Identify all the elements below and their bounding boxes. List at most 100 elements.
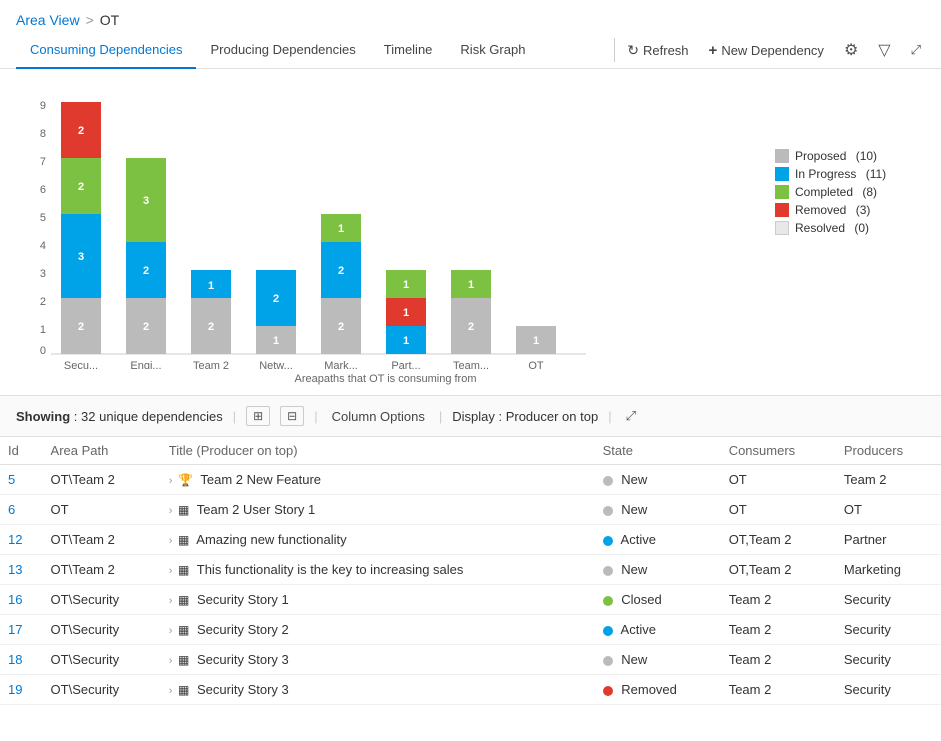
cell-area-path: OT\Team 2 xyxy=(43,465,161,495)
cell-area-path: OT xyxy=(43,495,161,525)
table-row: 17 OT\Security › ▦ Security Story 2 Acti… xyxy=(0,615,941,645)
state-text: New xyxy=(621,562,647,577)
id-link[interactable]: 18 xyxy=(8,652,22,667)
title-text: Security Story 3 xyxy=(197,682,289,697)
cell-producers: Partner xyxy=(836,525,941,555)
state-text: Closed xyxy=(621,592,661,607)
work-item-icon: ▦ xyxy=(178,683,189,697)
state-text: New xyxy=(621,472,647,487)
svg-text:6: 6 xyxy=(40,184,46,196)
svg-text:2: 2 xyxy=(208,321,214,333)
title-text: Amazing new functionality xyxy=(196,532,346,547)
refresh-icon: ↻ xyxy=(627,42,639,59)
title-text: This functionality is the key to increas… xyxy=(197,562,464,577)
state-text: New xyxy=(621,502,647,517)
expand-grid-button[interactable]: ⊞ xyxy=(246,406,270,426)
cell-id: 5 xyxy=(0,465,43,495)
id-link[interactable]: 19 xyxy=(8,682,22,697)
new-dependency-button[interactable]: + New Dependency xyxy=(705,36,828,65)
refresh-button[interactable]: ↻ Refresh xyxy=(623,36,692,65)
id-link[interactable]: 5 xyxy=(8,472,15,487)
cell-title: › ▦ Security Story 1 xyxy=(161,585,595,615)
column-options-button[interactable]: Column Options xyxy=(328,407,429,426)
id-link[interactable]: 17 xyxy=(8,622,22,637)
svg-text:2: 2 xyxy=(78,125,84,137)
settings-button[interactable]: ⚙ xyxy=(840,36,862,64)
title-text: Team 2 User Story 1 xyxy=(197,502,316,517)
svg-text:0: 0 xyxy=(40,345,46,357)
cell-id: 17 xyxy=(0,615,43,645)
cell-state: New xyxy=(595,495,721,525)
id-link[interactable]: 13 xyxy=(8,562,22,577)
svg-text:1: 1 xyxy=(403,335,409,347)
work-item-icon: ▦ xyxy=(178,653,189,667)
svg-text:3: 3 xyxy=(78,251,84,263)
tab-consuming[interactable]: Consuming Dependencies xyxy=(16,32,196,69)
cell-consumers: Team 2 xyxy=(721,675,836,705)
table-row: 13 OT\Team 2 › ▦ This functionality is t… xyxy=(0,555,941,585)
col-id: Id xyxy=(0,437,43,465)
cell-consumers: OT xyxy=(721,465,836,495)
cell-title: › ▦ Security Story 3 xyxy=(161,645,595,675)
svg-text:OT: OT xyxy=(528,360,544,369)
cell-state: New xyxy=(595,465,721,495)
chart-area: 9 8 7 6 5 4 3 2 1 0 2 3 2 2 Se xyxy=(16,89,755,385)
cell-consumers: Team 2 xyxy=(721,585,836,615)
col-area-path: Area Path xyxy=(43,437,161,465)
breadcrumb-separator: > xyxy=(86,12,94,28)
svg-text:5: 5 xyxy=(40,212,46,224)
id-link[interactable]: 16 xyxy=(8,592,22,607)
col-consumers: Consumers xyxy=(721,437,836,465)
svg-text:1: 1 xyxy=(533,335,539,347)
table-row: 18 OT\Security › ▦ Security Story 3 New … xyxy=(0,645,941,675)
proposed-swatch xyxy=(775,149,789,163)
row-expand-icon[interactable]: › xyxy=(169,505,173,517)
removed-swatch xyxy=(775,203,789,217)
plus-icon: + xyxy=(709,42,718,59)
legend-removed: Removed (3) xyxy=(775,203,925,217)
row-expand-icon[interactable]: › xyxy=(169,655,173,667)
state-text: Removed xyxy=(621,682,677,697)
row-expand-icon[interactable]: › xyxy=(169,685,173,697)
collapse-grid-button[interactable]: ⊟ xyxy=(280,406,304,426)
tabs-left: Consuming Dependencies Producing Depende… xyxy=(16,32,606,68)
cell-producers: Security xyxy=(836,645,941,675)
tabs-separator xyxy=(614,38,615,62)
resolved-swatch xyxy=(775,221,789,235)
id-link[interactable]: 12 xyxy=(8,532,22,547)
col-producers: Producers xyxy=(836,437,941,465)
expand-button[interactable]: ⤢ xyxy=(907,38,925,62)
cell-consumers: OT,Team 2 xyxy=(721,525,836,555)
bar-chart: 9 8 7 6 5 4 3 2 1 0 2 3 2 2 Se xyxy=(16,89,596,369)
cell-area-path: OT\Security xyxy=(43,585,161,615)
tab-producing[interactable]: Producing Dependencies xyxy=(196,32,369,69)
cell-id: 12 xyxy=(0,525,43,555)
state-dot xyxy=(603,476,613,486)
cell-producers: OT xyxy=(836,495,941,525)
row-expand-icon[interactable]: › xyxy=(169,535,173,547)
svg-text:1: 1 xyxy=(338,223,344,235)
row-expand-icon[interactable]: › xyxy=(169,625,173,637)
cell-state: Closed xyxy=(595,585,721,615)
cell-consumers: Team 2 xyxy=(721,615,836,645)
cell-producers: Marketing xyxy=(836,555,941,585)
svg-text:1: 1 xyxy=(403,307,409,319)
state-dot xyxy=(603,566,613,576)
cell-id: 18 xyxy=(0,645,43,675)
svg-text:Mark...: Mark... xyxy=(324,360,358,369)
cell-id: 6 xyxy=(0,495,43,525)
row-expand-icon[interactable]: › xyxy=(169,595,173,607)
table-row: 12 OT\Team 2 › ▦ Amazing new functionali… xyxy=(0,525,941,555)
row-expand-icon[interactable]: › xyxy=(169,565,173,577)
filter-button[interactable]: ▽ xyxy=(874,36,894,64)
area-view-link[interactable]: Area View xyxy=(16,12,80,28)
tab-riskgraph[interactable]: Risk Graph xyxy=(446,32,539,69)
expand-table-button[interactable]: ⤢ xyxy=(622,404,640,428)
id-link[interactable]: 6 xyxy=(8,502,15,517)
row-expand-icon[interactable]: › xyxy=(169,475,173,487)
cell-state: New xyxy=(595,645,721,675)
svg-text:1: 1 xyxy=(273,335,279,347)
tab-timeline[interactable]: Timeline xyxy=(370,32,447,69)
tabs-actions: ↻ Refresh + New Dependency ⚙ ▽ ⤢ xyxy=(623,36,925,65)
cell-area-path: OT\Security xyxy=(43,645,161,675)
